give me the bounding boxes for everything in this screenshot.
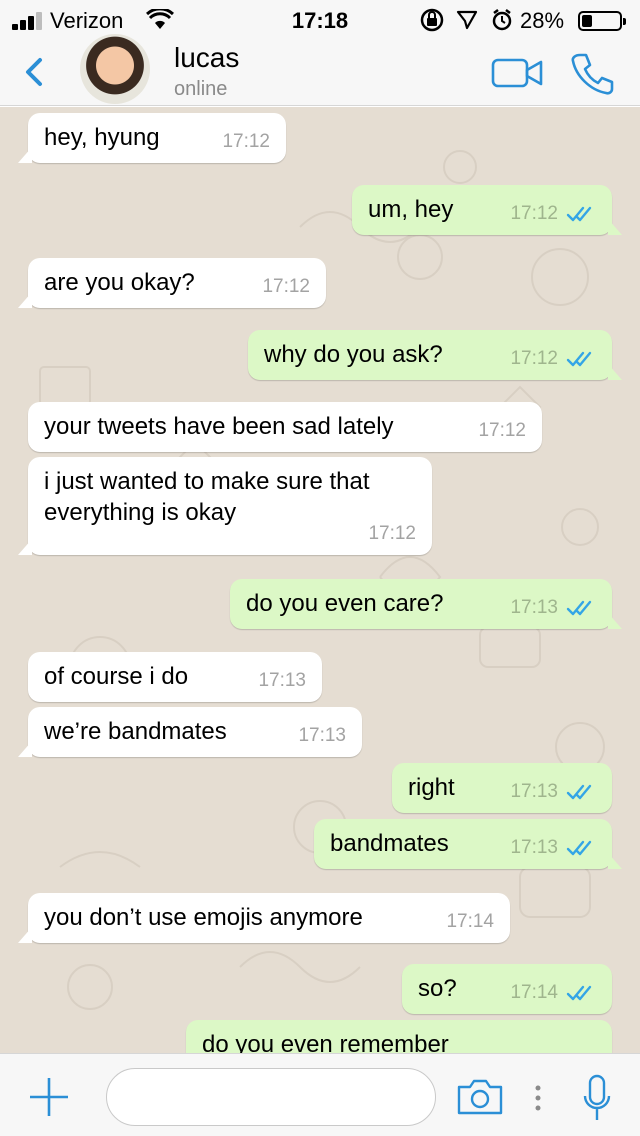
message-meta: 17:12 <box>510 343 596 374</box>
outgoing-message-bubble[interactable]: do you even remember me using <box>186 1020 612 1053</box>
message-text: you don’t use emojis anymore <box>44 904 363 931</box>
message-timestamp: 17:12 <box>262 276 310 297</box>
message-meta: 17:14 <box>510 977 596 1008</box>
video-camera-icon[interactable] <box>490 56 546 90</box>
alarm-icon <box>492 9 512 31</box>
incoming-message-bubble[interactable]: you don’t use emojis anymore 17:14 <box>18 893 510 943</box>
message-meta: 17:12 <box>262 271 310 302</box>
message-text: do you even remember me using <box>202 1031 449 1053</box>
message-timestamp: 17:13 <box>298 725 346 746</box>
outgoing-message-bubble[interactable]: so? 17:14 <box>402 964 612 1014</box>
message-meta: 17:13 <box>298 720 346 751</box>
message-meta: 17:12 <box>222 126 270 157</box>
read-receipt-icon <box>566 351 592 366</box>
incoming-message-bubble[interactable]: we’re bandmates 17:13 <box>18 707 362 757</box>
camera-icon[interactable] <box>456 1078 504 1116</box>
input-bar <box>0 1053 640 1136</box>
message-timestamp: 17:13 <box>510 781 558 802</box>
incoming-message-bubble[interactable]: hey, hyung 17:12 <box>18 113 286 163</box>
message-timestamp: 17:13 <box>510 597 558 618</box>
read-receipt-icon <box>566 784 592 799</box>
read-receipt-icon <box>566 985 592 1000</box>
rotation-lock-icon <box>420 8 444 32</box>
read-receipt-icon <box>566 600 592 615</box>
battery-percentage: 28% <box>520 8 565 33</box>
avatar[interactable] <box>80 34 150 104</box>
incoming-message-bubble[interactable]: of course i do 17:13 <box>28 652 322 702</box>
message-text: i just wanted to make sure that everythi… <box>44 468 370 526</box>
message-timestamp: 17:12 <box>222 131 270 152</box>
incoming-message-bubble[interactable]: i just wanted to make sure that everythi… <box>18 457 432 555</box>
outgoing-message-bubble[interactable]: right 17:13 <box>392 763 612 813</box>
microphone-icon[interactable] <box>582 1074 612 1124</box>
message-timestamp: 17:12 <box>510 203 558 224</box>
outgoing-message-bubble[interactable]: bandmates 17:13 <box>314 819 622 869</box>
contact-name[interactable]: lucas <box>174 42 239 74</box>
message-meta: 17:13 <box>510 832 596 863</box>
message-meta: 17:14 <box>446 906 494 937</box>
message-meta: 17:12 <box>368 518 416 549</box>
battery-icon <box>578 11 626 31</box>
status-bar: Verizon 17:18 28% <box>0 0 640 40</box>
chat-header: lucas online <box>0 34 640 106</box>
chevron-left-icon[interactable] <box>18 52 52 92</box>
outgoing-message-bubble[interactable]: um, hey 17:12 <box>352 185 622 235</box>
outgoing-message-bubble[interactable]: why do you ask? 17:12 <box>248 330 622 380</box>
message-timestamp: 17:13 <box>510 837 558 858</box>
message-timestamp: 17:14 <box>446 911 494 932</box>
plus-icon[interactable] <box>28 1076 70 1118</box>
message-input[interactable] <box>106 1068 436 1126</box>
message-meta: 17:13 <box>258 665 306 696</box>
message-text: your tweets have been sad lately <box>44 413 394 440</box>
status-icons <box>420 8 512 32</box>
chat-thread[interactable]: hey, hyung 17:12 um, hey 17:12 are you okay?… <box>0 107 640 1053</box>
message-meta: 17:13 <box>510 776 596 807</box>
message-timestamp: 17:14 <box>510 982 558 1003</box>
outgoing-message-bubble[interactable]: do you even care? 17:13 <box>230 579 622 629</box>
contact-status: online <box>174 78 228 100</box>
message-meta: 17:12 <box>478 415 526 446</box>
incoming-message-bubble[interactable]: your tweets have been sad lately 17:12 <box>28 402 542 452</box>
phone-icon[interactable] <box>568 50 616 98</box>
incoming-message-bubble[interactable]: are you okay? 17:12 <box>18 258 326 308</box>
message-meta: 17:12 <box>510 198 596 229</box>
message-timestamp: 17:12 <box>368 523 416 544</box>
location-arrow-icon <box>456 10 478 30</box>
message-timestamp: 17:12 <box>510 348 558 369</box>
message-timestamp: 17:12 <box>478 420 526 441</box>
message-meta: 17:13 <box>510 592 596 623</box>
message-timestamp: 17:13 <box>258 670 306 691</box>
read-receipt-icon <box>566 206 592 221</box>
more-vertical-icon[interactable] <box>533 1084 543 1112</box>
read-receipt-icon <box>566 840 592 855</box>
